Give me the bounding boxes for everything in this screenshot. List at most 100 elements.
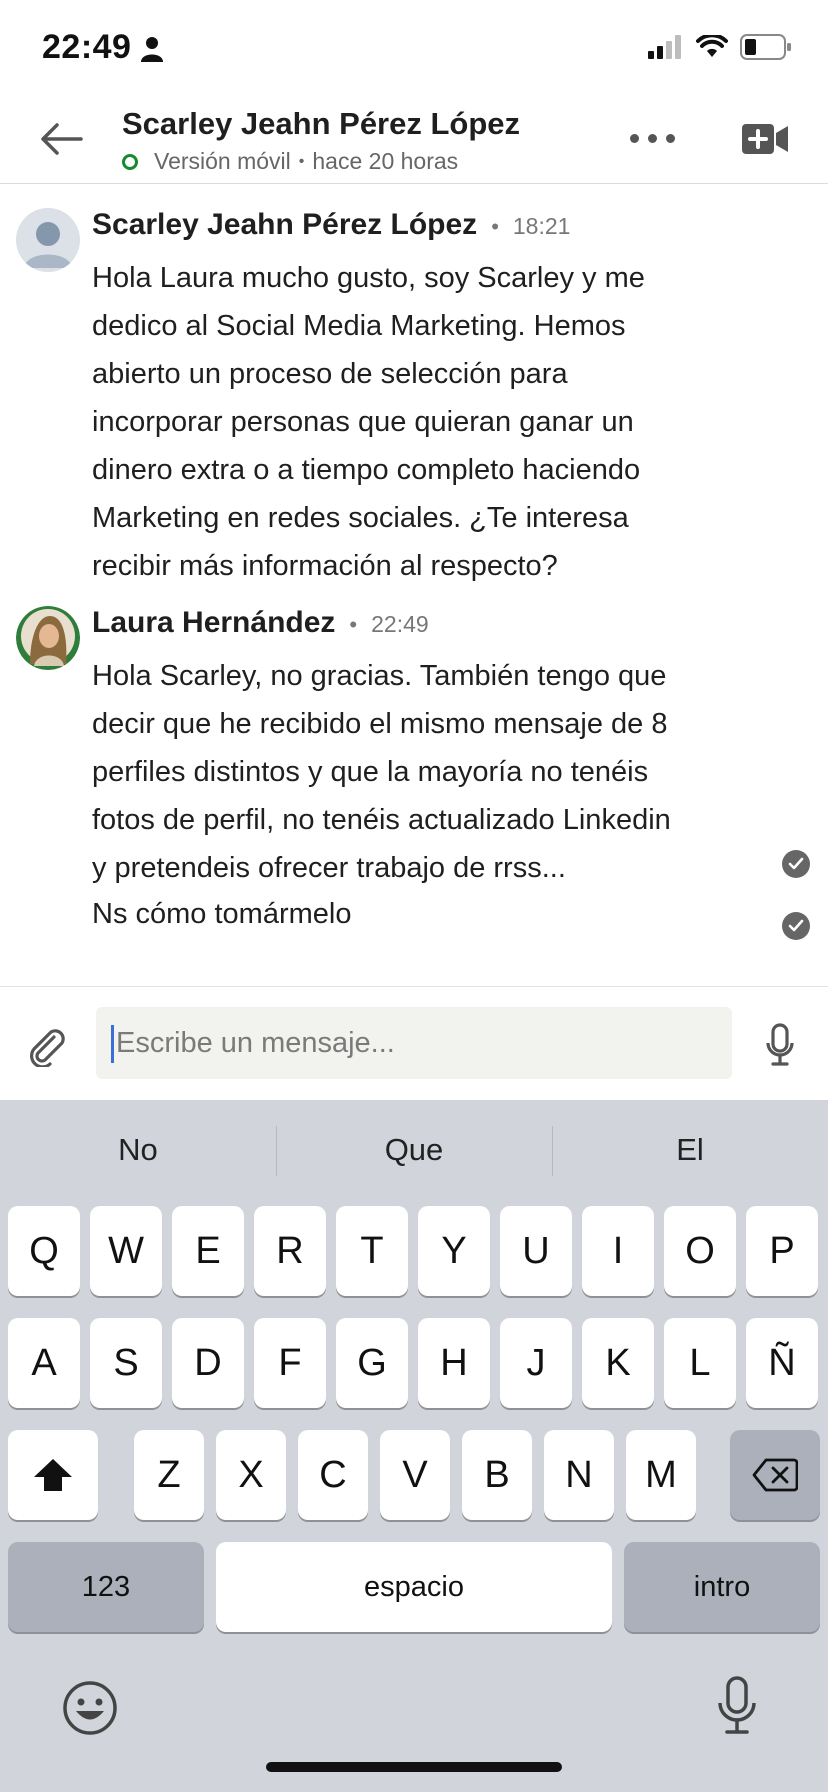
message-line: recibir más información al respecto? (92, 550, 558, 582)
keyboard-suggestions: No Que El (0, 1100, 828, 1200)
key-o[interactable]: O (664, 1206, 736, 1296)
key-x[interactable]: X (216, 1430, 286, 1520)
contact-status: Versión móvil • hace 20 horas (122, 148, 458, 175)
message-text: Hola Laura mucho gusto, soy Scarley y me… (92, 254, 782, 590)
shift-key[interactable] (8, 1430, 98, 1520)
text-caret (111, 1025, 114, 1063)
key-r[interactable]: R (254, 1206, 326, 1296)
key-k[interactable]: K (582, 1318, 654, 1408)
paperclip-icon[interactable] (26, 1025, 68, 1067)
message-header: Scarley Jeahn Pérez López • 18:21 (92, 208, 570, 242)
key-s[interactable]: S (90, 1318, 162, 1408)
conversation-header: Scarley Jeahn Pérez López Versión móvil … (0, 96, 828, 184)
message-text: Hola Scarley, no gracias. También tengo … (92, 652, 782, 892)
status-platform: Versión móvil (154, 148, 291, 174)
message-line: fotos de perfil, no tenéis actualizado L… (92, 804, 671, 836)
key-n[interactable]: N (544, 1430, 614, 1520)
message-input[interactable] (96, 1007, 732, 1079)
status-bar: 22:49 (0, 0, 828, 96)
key-i[interactable]: I (582, 1206, 654, 1296)
shift-icon (34, 1459, 72, 1491)
message-line: y pretendeis ofrecer trabajo de rrss... (92, 852, 566, 884)
person-icon (141, 37, 163, 62)
message-line: dinero extra o a tiempo completo haciend… (92, 454, 641, 486)
return-key-label: intro (693, 1570, 751, 1603)
read-receipt-icon (782, 912, 810, 940)
back-button[interactable] (36, 116, 86, 162)
key-w[interactable]: W (90, 1206, 162, 1296)
more-dot (630, 133, 639, 143)
wifi-icon (696, 35, 728, 57)
message-line: Hola Scarley, no gracias. También tengo … (92, 660, 667, 692)
microphone-icon[interactable] (764, 1023, 796, 1067)
check-icon (788, 919, 804, 932)
default-avatar-icon (16, 208, 80, 272)
on-screen-keyboard: No Que El Q W E R T Y U I O P A S D F G … (0, 1100, 828, 1792)
message-line: incorporar personas que quieran ganar un (92, 406, 634, 438)
message-line: abierto un proceso de selección para (92, 358, 568, 390)
key-q[interactable]: Q (8, 1206, 80, 1296)
key-n-tilde[interactable]: Ñ (746, 1318, 818, 1408)
key-c[interactable]: C (298, 1430, 368, 1520)
message-list: Scarley Jeahn Pérez López • 18:21 Hola L… (0, 184, 828, 986)
space-key[interactable]: espacio (216, 1542, 612, 1632)
status-time: 22:49 (42, 28, 132, 66)
space-key-label: espacio (364, 1570, 464, 1603)
key-j[interactable]: J (500, 1318, 572, 1408)
home-indicator (266, 1762, 562, 1772)
message-line: decir que he recibido el mismo mensaje d… (92, 708, 668, 740)
avatar[interactable] (16, 606, 80, 670)
dictation-microphone-icon[interactable] (716, 1676, 758, 1736)
message-line: dedico al Social Media Marketing. Hemos (92, 310, 626, 342)
key-b[interactable]: B (462, 1430, 532, 1520)
key-d[interactable]: D (172, 1318, 244, 1408)
video-call-icon[interactable] (742, 122, 788, 156)
emoji-icon[interactable] (62, 1680, 118, 1736)
key-z[interactable]: Z (134, 1430, 204, 1520)
status-indicators (648, 34, 792, 60)
key-y[interactable]: Y (418, 1206, 490, 1296)
key-t[interactable]: T (336, 1206, 408, 1296)
numbers-key[interactable]: 123 (8, 1542, 204, 1632)
numbers-key-label: 123 (81, 1570, 131, 1603)
check-icon (788, 857, 804, 870)
battery-icon (740, 34, 791, 60)
suggestion-item[interactable]: Que (276, 1100, 552, 1200)
message-time: 22:49 (371, 611, 429, 637)
key-h[interactable]: H (418, 1318, 490, 1408)
contact-name[interactable]: Scarley Jeahn Pérez López (122, 106, 520, 142)
backspace-key[interactable] (730, 1430, 820, 1520)
suggestion-item[interactable]: El (552, 1100, 828, 1200)
status-separator: • (298, 152, 305, 170)
key-u[interactable]: U (500, 1206, 572, 1296)
read-receipt-icon (782, 850, 810, 878)
message-sender[interactable]: Laura Hernández (92, 606, 335, 640)
message-text-followup: Ns cómo tomármelo (92, 898, 352, 930)
key-p[interactable]: P (746, 1206, 818, 1296)
message-sender[interactable]: Scarley Jeahn Pérez López (92, 208, 477, 242)
suggestion-item[interactable]: No (0, 1100, 276, 1200)
key-g[interactable]: G (336, 1318, 408, 1408)
key-a[interactable]: A (8, 1318, 80, 1408)
more-options-button[interactable] (630, 128, 680, 148)
key-m[interactable]: M (626, 1430, 696, 1520)
return-key[interactable]: intro (624, 1542, 820, 1632)
key-l[interactable]: L (664, 1318, 736, 1408)
more-dot (666, 133, 675, 143)
key-f[interactable]: F (254, 1318, 326, 1408)
message-separator: • (349, 612, 358, 637)
more-dot (648, 133, 657, 143)
key-e[interactable]: E (172, 1206, 244, 1296)
message-line: Hola Laura mucho gusto, soy Scarley y me (92, 262, 645, 294)
key-v[interactable]: V (380, 1430, 450, 1520)
message-separator: • (491, 214, 499, 239)
online-status-icon (122, 153, 138, 170)
backspace-icon (752, 1458, 798, 1492)
message-header: Laura Hernández • 22:49 (92, 606, 429, 640)
user-photo-avatar (16, 606, 80, 670)
avatar[interactable] (16, 208, 80, 272)
status-last-seen: hace 20 horas (312, 148, 459, 174)
message-composer (0, 986, 828, 1100)
back-arrow-icon (41, 123, 83, 155)
message-line: perfiles distintos y que la mayoría no t… (92, 756, 649, 788)
